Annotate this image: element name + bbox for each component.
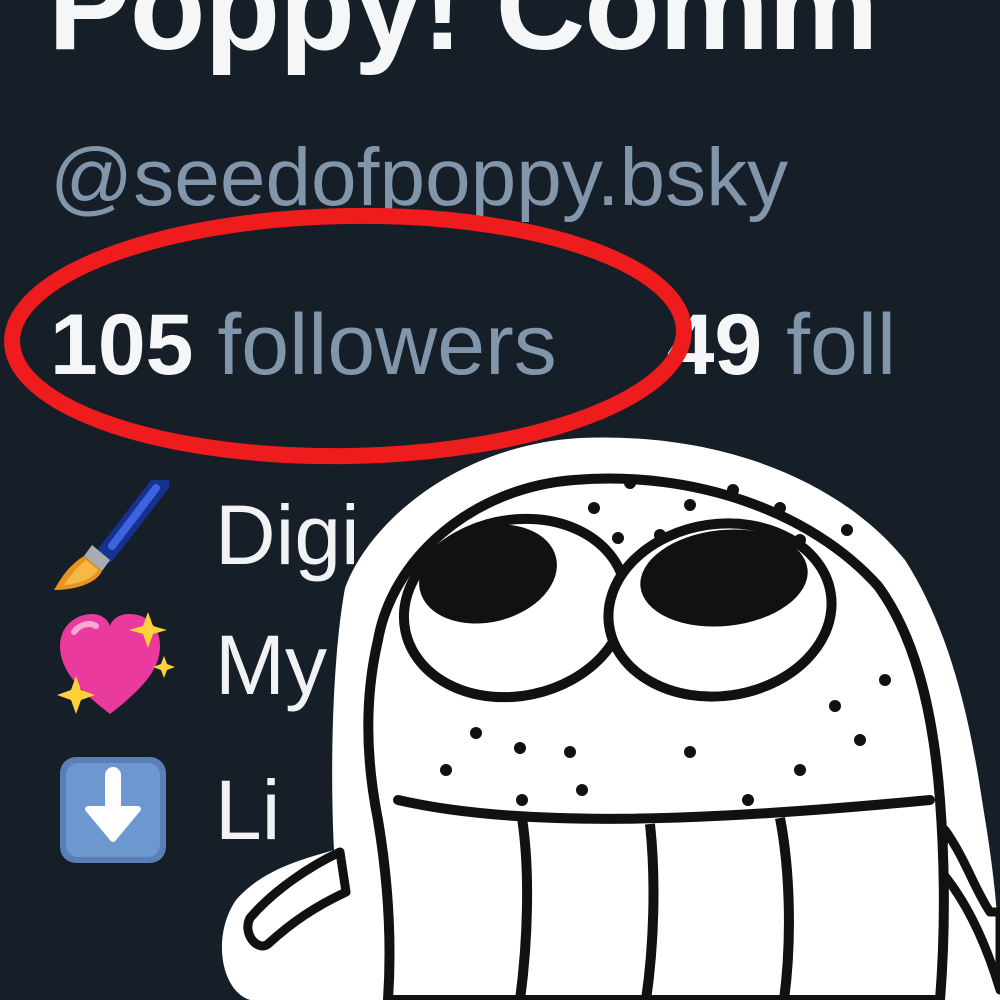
cartoon-creature-sticker <box>221 437 1000 1000</box>
